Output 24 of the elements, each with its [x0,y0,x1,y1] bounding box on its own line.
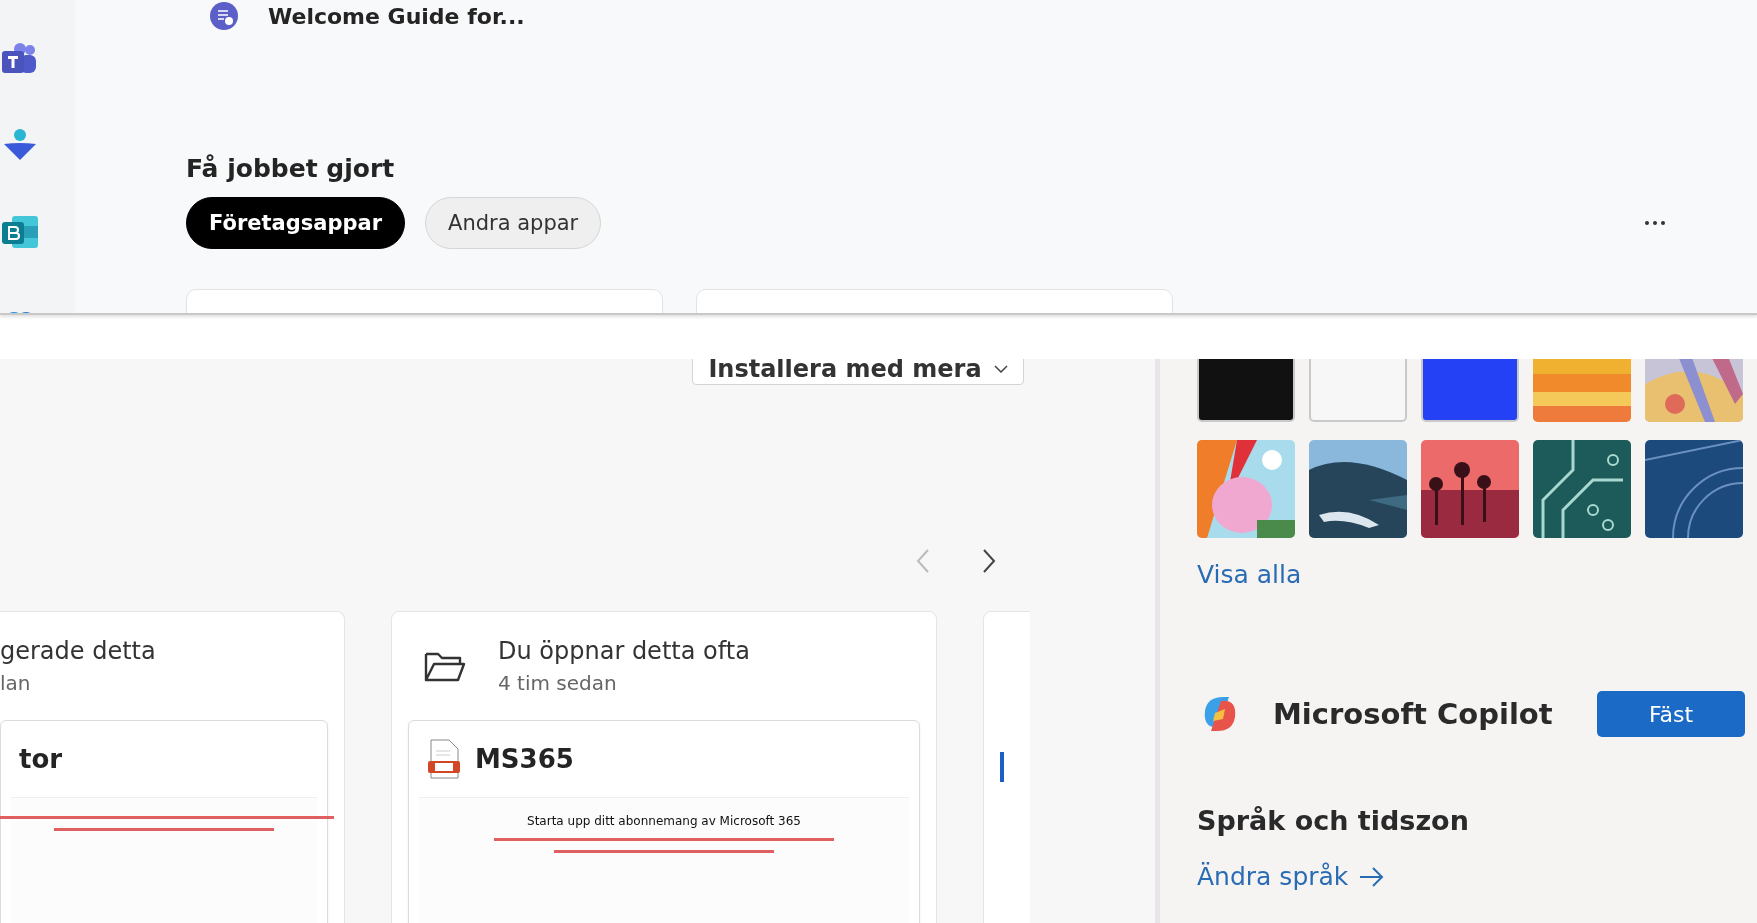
section-heading: Språk och tidszon [1197,805,1470,836]
activity-time: lan [0,671,32,695]
activity-card[interactable]: Du öppnar detta ofta 4 tim sedan MS365 Starta upp ditt abonnemang av Microsoft 365 [391,611,937,923]
change-language-link[interactable]: Ändra språk [1197,862,1387,891]
filter-tab[interactable]: Företagsappar [186,197,406,249]
file-name: tor [19,744,63,774]
app-name: Microsoft Copilot [1273,697,1553,731]
activity-title: Du öppnar detta ofta [498,637,750,665]
show-all-link[interactable]: Visa alla [1197,560,1302,589]
accent-bar [1000,752,1004,782]
file-card[interactable]: MS365 Starta upp ditt abonnemang av Microsoft 365 [408,720,920,923]
file-name: MS365 [475,744,574,774]
chevron-down-icon [993,365,1008,373]
preview-heading: Starta upp ditt abonnemang av Microsoft 365 [527,814,801,828]
activity-card[interactable]: gerade detta lan tor [0,611,345,923]
install-dropdown[interactable]: Installera med mera [692,359,1024,385]
welcome-guide-title[interactable]: Welcome Guide for... [268,3,525,29]
presentation-file-icon [427,739,461,779]
pin-button[interactable]: Fäst [1597,691,1745,737]
activity-title: gerade detta [0,637,156,665]
activity-time: 4 tim sedan [498,671,618,695]
filter-tab[interactable]: Andra appar [425,197,602,249]
more-icon[interactable] [1643,219,1667,227]
section-heading: Få jobbet gjort [186,154,396,183]
